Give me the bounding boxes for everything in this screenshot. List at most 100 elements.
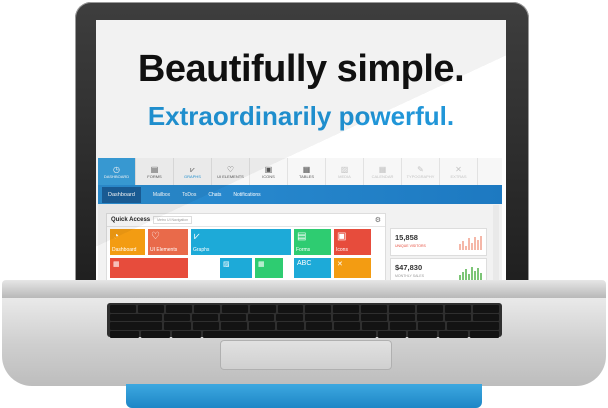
subnav-mailbox[interactable]: Mailbox (153, 192, 170, 198)
sparkline-chart (459, 236, 482, 250)
blue-stand (126, 384, 482, 408)
tab-label: CALENDAR (371, 173, 394, 179)
laptop-screen: Beautifully simple. Extraordinarily powe… (96, 20, 506, 282)
calendar-icon: ▦ (258, 261, 265, 268)
sparkline-bar (474, 271, 476, 280)
tile-label: Dashboard (112, 247, 137, 253)
sparkline-bar (465, 246, 467, 250)
tile-image[interactable]: ▨ (220, 258, 252, 278)
tab-label: ICONS (262, 173, 275, 179)
keyboard (107, 303, 502, 338)
subheadline: Extraordinarily powerful. (147, 101, 455, 131)
sparkline-bar (465, 269, 467, 280)
quick-access-panel: Quick Access Metro UI Navigation ⚙ ◔ Dash… (106, 213, 386, 282)
typography-icon: ✎ (417, 164, 424, 174)
sparkline-bar (480, 273, 482, 280)
sparkline-bar (462, 272, 464, 280)
tab-graphs[interactable]: ⩗ GRAPHS (174, 158, 212, 185)
tab-label: DASHBOARD (103, 173, 130, 179)
sparkline-bar (462, 241, 464, 250)
tile-tools[interactable]: ✕ (334, 258, 371, 278)
stat-value: $47,830 (395, 263, 423, 272)
headline: Beautifully simple. (137, 48, 465, 90)
sparkline-bar (474, 237, 476, 250)
sparkline-bar (477, 268, 479, 280)
tab-calendar[interactable]: ▦ CALENDAR (364, 158, 402, 185)
sparkline-bar (477, 240, 479, 250)
main-tab-bar: ◷ DASHBOARD ▤ FORMS ⩗ GRAPHS ♡ UI ELEMENTS ▣ ICON… (98, 158, 502, 186)
tile-label: UI Elements (150, 247, 178, 253)
tile-calendar[interactable]: ▦ (255, 258, 283, 278)
icons-icon: ▣ (264, 164, 273, 174)
stats-panel: 15,858 UNIQUE VISITORS $47,830 MONTHLY SALE… (390, 228, 487, 282)
tab-label: TABLES (298, 173, 315, 179)
tab-label: UI ELEMENTS (217, 173, 244, 179)
tab-label: MEDIA (338, 173, 351, 179)
subnav-todos[interactable]: ToDos (182, 192, 196, 198)
sub-navigation: Dashboard Mailbox ToDos Chats Notificati… (98, 185, 502, 204)
forms-icon: ▤ (297, 231, 307, 242)
tab-label: GRAPHS (184, 173, 201, 179)
media-icon: ▨ (340, 164, 349, 174)
abc-icon: ABC (297, 260, 312, 267)
heart-icon: ♡ (226, 164, 235, 174)
tab-label: TYPOGRAPHY (406, 173, 435, 179)
quick-access-title: Quick Access (111, 217, 151, 223)
quick-access-subtitle: Metro UI Navigation (153, 216, 193, 224)
stat-label: MONTHLY SALES (395, 274, 425, 278)
tab-label: FORMS (147, 173, 162, 179)
stat-value: 15,858 (395, 233, 418, 242)
tab-label: EXTRAS (450, 173, 467, 179)
gear-icon[interactable]: ⚙ (375, 216, 381, 224)
tab-ui-elements[interactable]: ♡ UI ELEMENTS (212, 158, 250, 185)
dashboard-icon: ◷ (113, 164, 120, 174)
tab-dashboard[interactable]: ◷ DASHBOARD (98, 158, 136, 185)
sparkline-bar (471, 267, 473, 280)
stat-card: 15,858 UNIQUE VISITORS (390, 228, 487, 256)
sparkline-chart (459, 266, 482, 280)
image-icon: ▨ (223, 261, 230, 268)
sparkline-bar (459, 244, 461, 250)
extras-icon: ✕ (455, 164, 462, 174)
table-icon: ▦ (302, 164, 311, 174)
laptop-hinge (2, 280, 606, 298)
calendar-icon: ▦ (378, 164, 387, 174)
sparkline-bar (480, 236, 482, 250)
stat-label: UNIQUE VISITORS (395, 244, 426, 248)
subnav-notifications[interactable]: Notifications (233, 192, 260, 198)
dashboard-icon: ◔ (113, 231, 120, 242)
forms-icon: ▤ (150, 164, 159, 174)
tab-forms[interactable]: ▤ FORMS (136, 158, 174, 185)
grid-icon: ▦ (113, 261, 120, 268)
sparkline-bar (471, 243, 473, 250)
graph-icon: ⩗ (190, 164, 195, 174)
tile-dashboard[interactable]: ◔ Dashboard (110, 229, 145, 255)
tile-forms[interactable]: ▤ Forms (294, 229, 331, 255)
subnav-dashboard[interactable]: Dashboard (102, 186, 141, 203)
tab-icons[interactable]: ▣ ICONS (250, 158, 288, 185)
tab-tables[interactable]: ▦ TABLES (288, 158, 326, 185)
tab-typography[interactable]: ✎ TYPOGRAPHY (402, 158, 440, 185)
sparkline-bar (468, 238, 470, 250)
briefcase-icon: ▣ (337, 231, 347, 242)
tile-graphs[interactable]: ⩗ Graphs (191, 229, 291, 255)
tile-label: Graphs (193, 247, 210, 253)
tools-icon: ✕ (337, 261, 343, 268)
quick-access-header: Quick Access Metro UI Navigation ⚙ (107, 214, 385, 227)
graph-icon: ⩗ (194, 231, 200, 242)
tile-label: Forms (296, 247, 311, 253)
laptop-base (2, 280, 606, 386)
dashboard-preview: ◷ DASHBOARD ▤ FORMS ⩗ GRAPHS ♡ UI ELEMENTS ▣ ICON… (98, 158, 502, 282)
tab-extras[interactable]: ✕ EXTRAS (440, 158, 478, 185)
stat-card: $47,830 MONTHLY SALES (390, 258, 487, 282)
tile-abc[interactable]: ABC (294, 258, 331, 278)
heart-icon: ♡ (151, 231, 160, 242)
subnav-chats[interactable]: Chats (208, 192, 221, 198)
tile-grid[interactable]: ▦ (110, 258, 188, 278)
trackpad (220, 340, 392, 370)
tab-media[interactable]: ▨ MEDIA (326, 158, 364, 185)
scrollbar[interactable] (493, 205, 499, 282)
tile-ui-elements[interactable]: ♡ UI Elements (148, 229, 188, 255)
tile-icons[interactable]: ▣ Icons (334, 229, 371, 255)
tile-label: Icons (336, 247, 348, 253)
